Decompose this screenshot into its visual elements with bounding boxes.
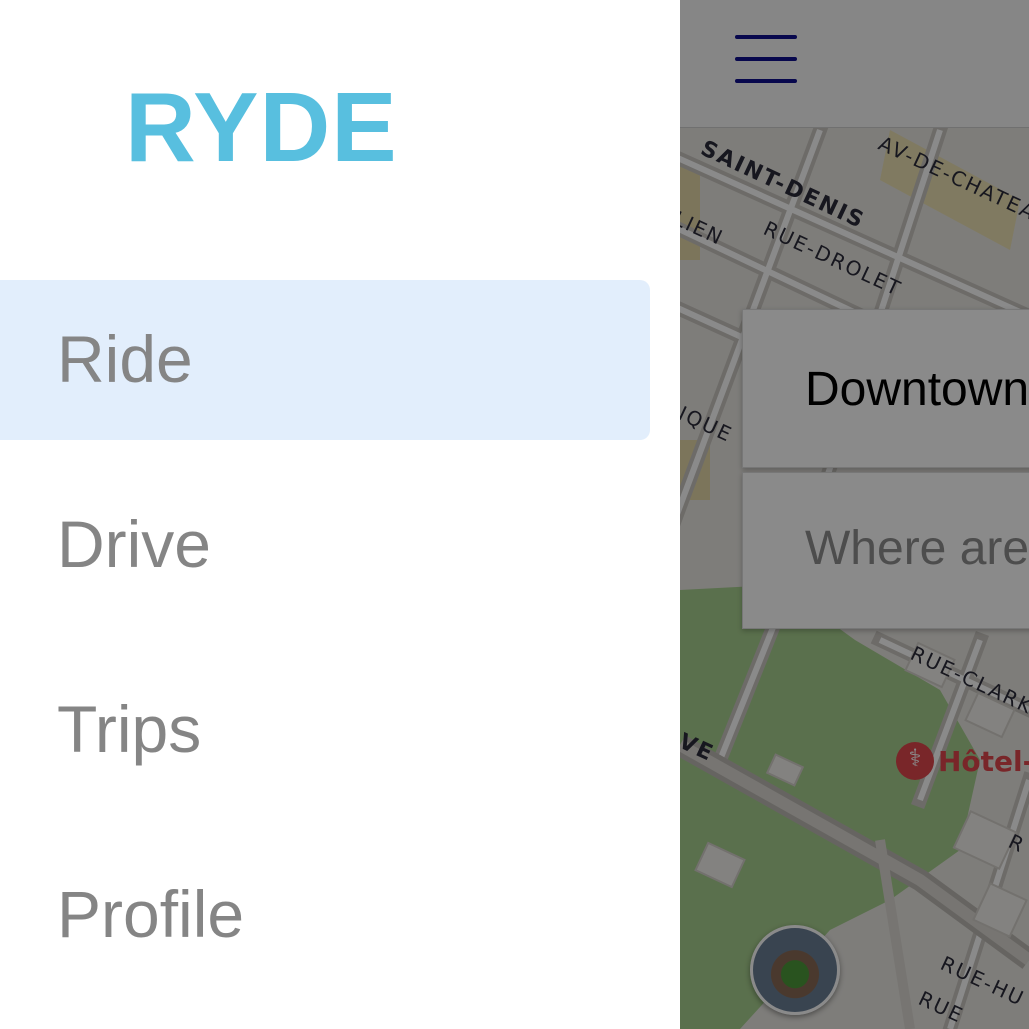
destination-input[interactable] bbox=[805, 521, 1029, 576]
hospital-icon bbox=[896, 742, 934, 780]
nav-item-label: Drive bbox=[57, 507, 212, 581]
nav-item-drive[interactable]: Drive bbox=[0, 465, 650, 625]
nav-drawer: RYDE Ride Drive Trips Profile bbox=[0, 0, 680, 1029]
pickup-value: Downtown bbox=[805, 363, 1029, 416]
nav-item-ride[interactable]: Ride bbox=[0, 280, 650, 440]
stadium-thumbnail[interactable] bbox=[750, 925, 840, 1015]
poi-marker[interactable]: Hôtel- bbox=[896, 742, 1029, 780]
nav-item-profile[interactable]: Profile bbox=[0, 835, 650, 995]
pickup-field[interactable]: Downtown bbox=[742, 309, 1029, 468]
map-header bbox=[680, 0, 1029, 128]
hamburger-icon[interactable] bbox=[735, 35, 797, 85]
brand-logo: RYDE bbox=[125, 72, 398, 182]
nav-item-label: Profile bbox=[57, 877, 245, 951]
nav-item-trips[interactable]: Trips bbox=[0, 650, 650, 810]
nav-item-label: Trips bbox=[57, 692, 202, 766]
nav-item-label: Ride bbox=[57, 322, 193, 396]
destination-field[interactable] bbox=[742, 472, 1029, 629]
map-view[interactable]: SAINT-DENIS AV-DE-CHATEAU LIEN RUE-DROLE… bbox=[680, 0, 1029, 1029]
poi-label: Hôtel- bbox=[938, 744, 1029, 778]
